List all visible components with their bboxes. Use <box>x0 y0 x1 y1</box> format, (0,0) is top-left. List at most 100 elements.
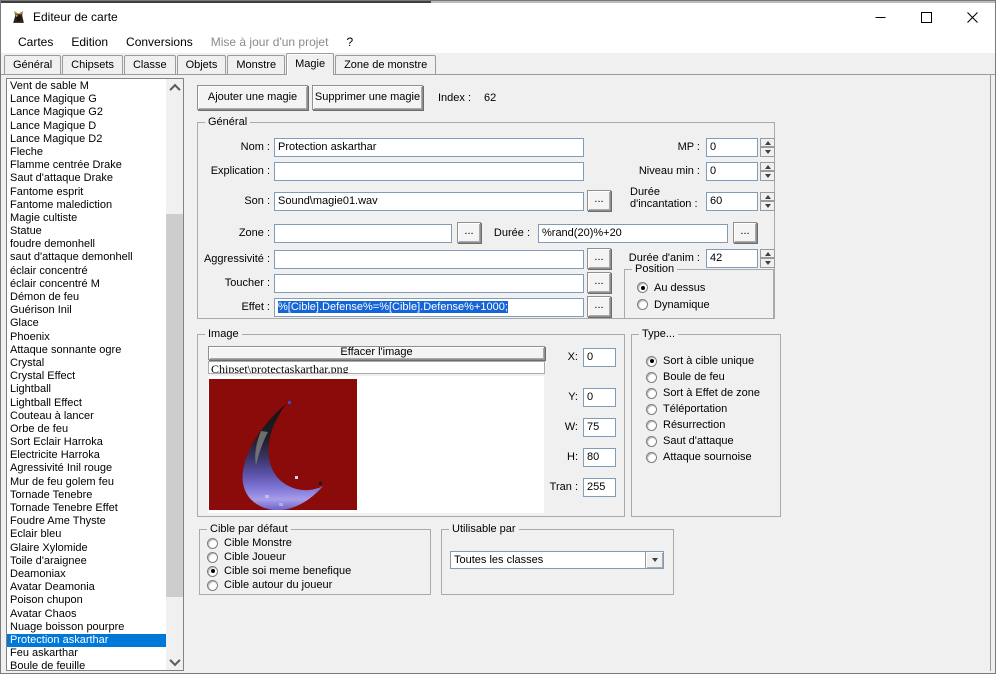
incantation-field[interactable]: 60 <box>706 192 758 211</box>
menu-item[interactable]: Conversions <box>117 31 202 53</box>
spell-list-item[interactable]: Démon de feu <box>7 291 166 304</box>
spell-list-item[interactable]: Lance Magique D2 <box>7 133 166 146</box>
effet-field[interactable]: %[Cible].Defense%=%[Cible].Defense%+1000… <box>274 298 584 317</box>
classes-dropdown[interactable]: Toutes les classes <box>450 551 664 569</box>
spinner-up-button[interactable] <box>760 249 775 258</box>
h-field[interactable]: 80 <box>583 448 616 467</box>
niveau-min-field[interactable]: 0 <box>706 162 758 181</box>
nom-field[interactable]: Protection askarthar <box>274 138 584 157</box>
spell-list-item[interactable]: Glaire Xylomide <box>7 542 166 555</box>
type-radio-option[interactable]: Boule de feu <box>646 369 760 385</box>
spell-list-item[interactable]: Lightball Effect <box>7 397 166 410</box>
spell-list-item[interactable]: Vent de sable M <box>7 80 166 93</box>
tran-field[interactable]: 255 <box>583 478 616 497</box>
spell-list-item[interactable]: Lightball <box>7 383 166 396</box>
w-field[interactable]: 75 <box>583 418 616 437</box>
x-field[interactable]: 0 <box>583 348 616 367</box>
menu-item[interactable]: Cartes <box>9 31 62 53</box>
spell-list-item[interactable]: Lance Magique G2 <box>7 106 166 119</box>
spinner-up-button[interactable] <box>760 192 775 201</box>
spell-list-item[interactable]: Tornade Tenebre <box>7 489 166 502</box>
toucher-field[interactable] <box>274 274 584 293</box>
spell-list-item[interactable]: Couteau à lancer <box>7 410 166 423</box>
target-radio-option[interactable]: Cible Monstre <box>207 536 351 550</box>
spell-list-item[interactable]: Lance Magique D <box>7 120 166 133</box>
duree-field[interactable]: %rand(20)%+20 <box>538 224 728 243</box>
spell-list-item[interactable]: Sort Eclair Harroka <box>7 436 166 449</box>
zone-browse-button[interactable]: ... <box>457 222 481 243</box>
target-radio-option[interactable]: Cible Joueur <box>207 550 351 564</box>
aggressivite-field[interactable] <box>274 250 584 269</box>
position-radio-option[interactable]: Dynamique <box>637 296 710 313</box>
spell-list-item[interactable]: Crystal <box>7 357 166 370</box>
menu-item[interactable]: Mise à jour d'un projet <box>202 31 338 53</box>
spinner-down-button[interactable] <box>760 171 775 181</box>
type-radio-option[interactable]: Résurrection <box>646 417 760 433</box>
spinner-down-button[interactable] <box>760 147 775 157</box>
spell-list-item[interactable]: Phoenix <box>7 331 166 344</box>
image-path-field[interactable]: Chipset\protectaskarthar.png <box>208 361 545 374</box>
spell-list-item[interactable]: Agressivité Inil rouge <box>7 462 166 475</box>
tab[interactable]: Général <box>4 55 62 74</box>
spinner-up-button[interactable] <box>760 138 775 147</box>
effet-browse-button[interactable]: ... <box>587 296 611 317</box>
spell-list-item[interactable]: Guérison Inil <box>7 304 166 317</box>
spell-list-scrollbar[interactable] <box>166 79 183 670</box>
duree-anim-field[interactable]: 42 <box>706 249 758 268</box>
spell-list-item[interactable]: Eclair bleu <box>7 528 166 541</box>
spell-list-item[interactable]: éclair concentré <box>7 265 166 278</box>
spell-list-item[interactable]: Glace <box>7 317 166 330</box>
spell-list-item[interactable]: Deamoniax <box>7 568 166 581</box>
spell-list-item[interactable]: Magie cultiste <box>7 212 166 225</box>
tab[interactable]: Magie <box>286 53 335 75</box>
spell-list-item[interactable]: Tornade Tenebre Effet <box>7 502 166 515</box>
tab[interactable]: Zone de monstre <box>335 55 437 74</box>
spell-list-item[interactable]: Mur de feu golem feu <box>7 476 166 489</box>
add-magic-button[interactable]: Ajouter une magie <box>197 85 308 110</box>
tab[interactable]: Chipsets <box>62 55 123 74</box>
son-browse-button[interactable]: ... <box>587 190 611 211</box>
mp-field[interactable]: 0 <box>706 138 758 157</box>
scroll-up-button[interactable] <box>166 79 183 96</box>
spell-list-item[interactable]: Orbe de feu <box>7 423 166 436</box>
spell-list-item[interactable]: Nuage boisson pourpre <box>7 621 166 634</box>
scroll-down-button[interactable] <box>166 653 183 670</box>
spell-list-item[interactable]: Toile d'araignee <box>7 555 166 568</box>
type-radio-option[interactable]: Attaque sournoise <box>646 449 760 465</box>
spell-list-item[interactable]: Fleche <box>7 146 166 159</box>
minimize-button[interactable] <box>857 3 903 31</box>
tab[interactable]: Classe <box>123 55 176 74</box>
explication-field[interactable] <box>274 162 584 181</box>
spell-list-item[interactable]: Avatar Deamonia <box>7 581 166 594</box>
scrollbar-thumb[interactable] <box>166 214 183 597</box>
menu-item[interactable]: ? <box>337 31 362 53</box>
clear-image-button[interactable]: Effacer l'image <box>208 346 545 360</box>
spell-list-item[interactable]: Crystal Effect <box>7 370 166 383</box>
spinner-up-button[interactable] <box>760 162 775 171</box>
type-radio-option[interactable]: Sort à cible unique <box>646 353 760 369</box>
spell-list-item[interactable]: Boule de feuille <box>7 660 166 670</box>
spell-list-item[interactable]: Fantome esprit <box>7 186 166 199</box>
son-field[interactable]: Sound\magie01.wav <box>274 192 584 211</box>
spell-list-item[interactable]: Fantome malediction <box>7 199 166 212</box>
spinner-down-button[interactable] <box>760 201 775 211</box>
delete-magic-button[interactable]: Supprimer une magie <box>312 85 423 110</box>
spell-list-item[interactable]: Statue <box>7 225 166 238</box>
spell-list-item[interactable]: Avatar Chaos <box>7 608 166 621</box>
position-radio-option[interactable]: Au dessus <box>637 279 710 296</box>
spell-list-item[interactable]: éclair concentré M <box>7 278 166 291</box>
target-radio-option[interactable]: Cible soi meme benefique <box>207 564 351 578</box>
zone-field[interactable] <box>274 224 452 243</box>
tab[interactable]: Monstre <box>227 55 286 74</box>
spell-list-item[interactable]: Feu askarthar <box>7 647 166 660</box>
menu-item[interactable]: Edition <box>62 31 117 53</box>
y-field[interactable]: 0 <box>583 388 616 407</box>
close-button[interactable] <box>949 3 995 31</box>
spinner-down-button[interactable] <box>760 258 775 268</box>
spell-list-item[interactable]: Foudre Ame Thyste <box>7 515 166 528</box>
maximize-button[interactable] <box>903 3 949 31</box>
dropdown-arrow-button[interactable] <box>645 552 663 568</box>
spell-list-item[interactable]: Saut d'attaque Drake <box>7 172 166 185</box>
spell-list-item[interactable]: Electricite Harroka <box>7 449 166 462</box>
spell-list-item[interactable]: Poison chupon <box>7 594 166 607</box>
